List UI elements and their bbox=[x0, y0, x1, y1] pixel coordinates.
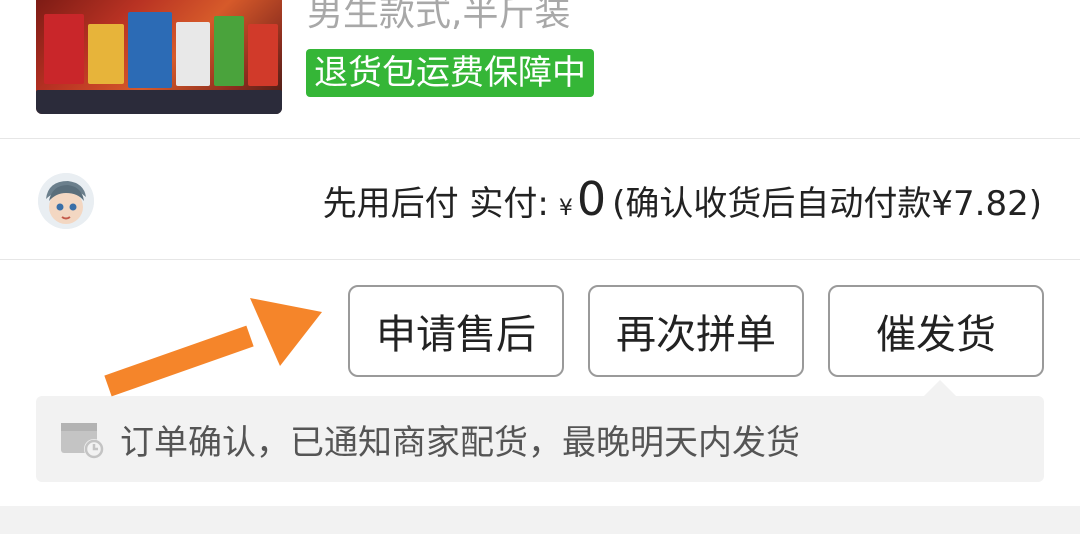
regroup-order-button[interactable]: 再次拼单 bbox=[588, 285, 804, 377]
shelf bbox=[36, 90, 282, 114]
toy-box bbox=[88, 24, 124, 84]
avatar[interactable] bbox=[38, 173, 94, 229]
urge-shipping-button[interactable]: 催发货 bbox=[828, 285, 1044, 377]
toy-box bbox=[214, 16, 244, 86]
payment-summary: 先用后付 实付: ¥ 0 (确认收货后自动付款¥7.82) bbox=[323, 172, 1042, 228]
toy-box bbox=[176, 22, 210, 86]
payment-label: 先用后付 实付: bbox=[322, 184, 549, 224]
notice-text: 订单确认，已通知商家配货，最晚明天内发货 bbox=[120, 422, 800, 463]
notice-pointer bbox=[924, 380, 956, 396]
divider bbox=[0, 259, 1080, 260]
auto-pay-note: (确认收货后自动付款¥7.82) bbox=[612, 184, 1042, 224]
return-shipping-badge: 退货包运费保障中 bbox=[306, 49, 594, 97]
paid-amount: 0 bbox=[576, 172, 607, 226]
currency-symbol: ¥ bbox=[558, 196, 573, 221]
apply-after-sale-button[interactable]: 申请售后 bbox=[348, 285, 564, 377]
toy-box bbox=[248, 24, 278, 86]
product-thumbnail[interactable] bbox=[36, 0, 282, 114]
divider bbox=[0, 138, 1080, 139]
section-gap bbox=[0, 506, 1080, 534]
toy-box bbox=[44, 14, 84, 84]
shipping-schedule-icon bbox=[60, 419, 106, 459]
product-spec: 男生款式,半斤装 bbox=[307, 0, 571, 34]
annotation-arrow-icon bbox=[104, 298, 322, 397]
toy-box bbox=[128, 12, 172, 88]
